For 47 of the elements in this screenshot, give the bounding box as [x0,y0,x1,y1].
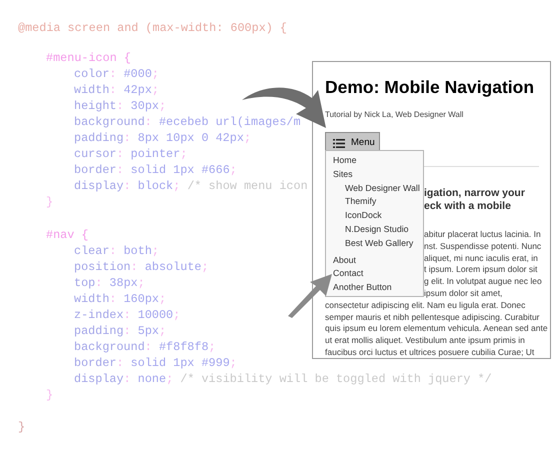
code-line: cursor: pointer; [74,147,188,161]
menu-item[interactable]: About [333,254,356,265]
menu-item[interactable]: Themify [345,196,376,206]
code-line: } [46,195,54,209]
code-line: padding: 5px; [74,324,166,338]
code-line: z-index: 10000; [74,308,180,322]
code-line: width: 160px; [74,292,166,306]
code-line: } [18,420,26,434]
code-line: @media screen and (max-width: 600px) { [18,21,288,35]
code-line: width: 42px; [74,83,159,97]
menu-item[interactable]: Contact [333,268,364,278]
article-text-line: consectetur adipiscing elit. Nam eu ligula erat. Donec [325,300,526,310]
code-line: background: #f8f8f8; [74,340,216,354]
code-line: #menu-icon { [46,51,131,65]
code-line: background: #ecebeb url(images/m [74,115,301,129]
code-line: top: 38px; [74,276,145,290]
code-line: } [46,388,54,402]
menu-item[interactable]: Home [333,155,356,165]
code-line: border: solid 1px #999; [74,356,237,370]
menu-item[interactable]: Best Web Gallery [345,238,414,248]
article-heading-line: igation, narrow your [424,187,525,199]
code-line: #nav { [46,228,88,242]
menu-item[interactable]: Another Button [333,282,392,292]
menu-item[interactable]: N.Design Studio [345,224,409,234]
menu-item[interactable]: Web Designer Wall [345,182,420,193]
article-text-line: aliquet, mi nunc iaculis erat, in [424,252,538,263]
article-heading-line: eck with a mobile [424,200,511,212]
menu-item[interactable]: IconDock [345,210,382,220]
code-line: height: 30px; [74,99,166,113]
article-text-line: t ipsum. Lorem ipsum dolor sit [424,264,538,274]
article-text-line: faucibus orci luctus et ultrices posuere cubilia Curae; Ut [325,346,534,357]
menu-icon [333,138,345,148]
page-title: Demo: Mobile Navigation [325,76,536,98]
code-line: clear: both; [74,244,159,258]
article-text-line: nst. Suspendisse potenti. Nunc [424,240,542,251]
code-line: border: solid 1px #666; [74,163,237,177]
article-text-line: quis ipsum eu lorem elementum vehicula. Aenean sed ante [325,323,548,334]
article-text-line: g elit. In volutpat augue nec leo [424,276,542,286]
code-line: position: absolute; [74,260,209,274]
article-text-line: semper mauris et nibh pellentesque adipiscing. Curabitur [325,312,540,322]
article-text-line: ipsum dolor sit amet, [424,288,502,298]
code-line: padding: 8px 10px 0 42px; [74,131,252,145]
code-line: color: #000; [74,67,159,81]
page-subtitle: Tutorial by Nick La, Web Designer Wall [325,110,464,120]
menu-item[interactable]: Sites [333,168,353,179]
article-text-line: abitur placerat luctus lacinia. In [424,229,541,239]
article-text-line: ut erat mollis aliquet. Vestibulum ante ipsum primis in [325,335,525,346]
